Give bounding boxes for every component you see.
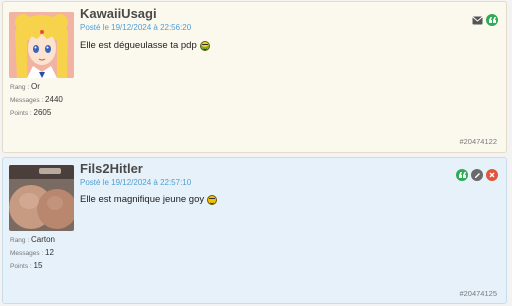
edit-icon[interactable] (471, 169, 483, 181)
messages-row: Messages : 2440 (10, 95, 63, 104)
rank-value: Carton (30, 235, 55, 244)
user-stats: Rang : Carton Messages : 12 Points : 15 (10, 234, 55, 273)
post-message: Elle est magnifique jeune goy (80, 194, 205, 205)
rank-value: Or (30, 82, 40, 91)
forum-post: Fils2Hitler Posté le 19/12/2024 à 22:57:… (2, 157, 507, 304)
points-label: Points (10, 110, 29, 117)
avatar[interactable] (9, 12, 74, 78)
points-row: Points : 2605 (10, 108, 52, 117)
post-actions (456, 169, 498, 181)
points-value: 15 (33, 261, 43, 270)
points-value: 2605 (33, 108, 52, 117)
messages-label: Messages (10, 97, 40, 104)
rank-label: Rang (10, 84, 26, 91)
points-label: Points (10, 263, 29, 270)
messages-value: 12 (45, 248, 54, 257)
avatar-image (9, 12, 74, 78)
post-id[interactable]: #20474122 (459, 137, 497, 146)
username[interactable]: Fils2Hitler (80, 161, 143, 176)
post-id[interactable]: #20474125 (459, 289, 497, 298)
username[interactable]: KawaiiUsagi (80, 6, 157, 21)
avatar-image (9, 165, 74, 231)
rank-row: Rang : Or (10, 82, 40, 91)
user-stats: Rang : Or Messages : 2440 Points : 2605 (10, 81, 63, 120)
post-date-link[interactable]: Posté le 19/12/2024 à 22:57:10 (80, 178, 191, 187)
delete-icon[interactable] (486, 169, 498, 181)
post-actions (471, 14, 498, 26)
rank-label: Rang (10, 237, 26, 244)
avatar[interactable] (9, 165, 74, 231)
post-date-link[interactable]: Posté le 19/12/2024 à 22:56:20 (80, 23, 191, 32)
forum-post: KawaiiUsagi Posté le 19/12/2024 à 22:56:… (2, 1, 507, 153)
smiley-icon (199, 40, 210, 51)
messages-row: Messages : 12 (10, 248, 54, 257)
messages-label: Messages (10, 250, 40, 257)
messages-value: 2440 (45, 95, 63, 104)
post-message: Elle est dégueulasse ta pdp (80, 40, 197, 51)
smiley-icon (207, 194, 218, 205)
rank-row: Rang : Carton (10, 235, 55, 244)
quote-icon[interactable] (486, 14, 498, 26)
mail-icon[interactable] (471, 14, 483, 26)
quote-icon[interactable] (456, 169, 468, 181)
post-content: Elle est dégueulasse ta pdp (80, 40, 210, 51)
post-content: Elle est magnifique jeune goy (80, 194, 218, 205)
points-row: Points : 15 (10, 261, 43, 270)
